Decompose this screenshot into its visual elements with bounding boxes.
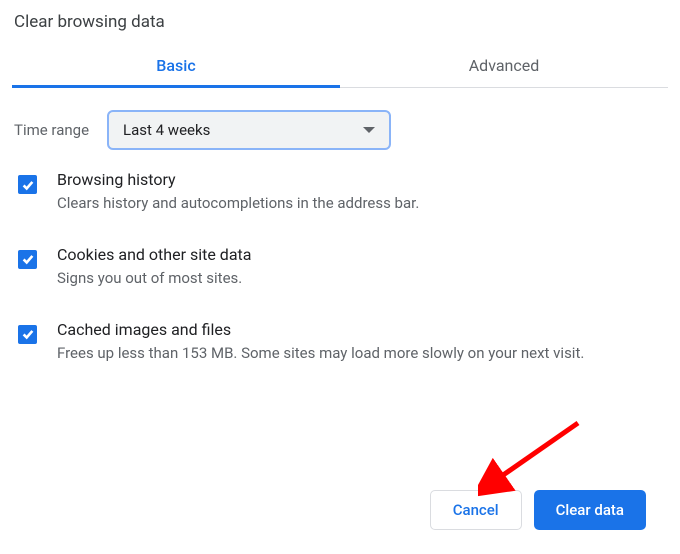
- checkbox-browsing-history[interactable]: [18, 175, 37, 194]
- clear-browsing-data-dialog: Clear browsing data Basic Advanced Time …: [0, 0, 680, 402]
- checkbox-cookies[interactable]: [18, 250, 37, 269]
- option-desc: Clears history and autocompletions in th…: [57, 193, 664, 215]
- tab-bar: Basic Advanced: [12, 46, 668, 88]
- option-cookies: Cookies and other site data Signs you ou…: [18, 245, 668, 290]
- option-title: Cached images and files: [57, 320, 664, 339]
- check-icon: [21, 178, 35, 192]
- option-desc: Signs you out of most sites.: [57, 268, 664, 290]
- checkbox-cached[interactable]: [18, 325, 37, 344]
- chevron-down-icon: [363, 127, 375, 133]
- tab-basic[interactable]: Basic: [12, 46, 340, 87]
- annotation-arrow-icon: [478, 418, 588, 498]
- cancel-button[interactable]: Cancel: [430, 490, 522, 530]
- option-browsing-history: Browsing history Clears history and auto…: [18, 170, 668, 215]
- dialog-footer: Cancel Clear data: [430, 490, 646, 530]
- option-cached: Cached images and files Frees up less th…: [18, 320, 668, 365]
- time-range-value: Last 4 weeks: [123, 121, 210, 139]
- option-desc: Frees up less than 153 MB. Some sites ma…: [57, 343, 664, 365]
- check-icon: [21, 327, 35, 341]
- clear-data-button[interactable]: Clear data: [534, 490, 646, 530]
- dialog-title: Clear browsing data: [14, 12, 668, 32]
- time-range-label: Time range: [14, 121, 89, 139]
- tab-advanced[interactable]: Advanced: [340, 46, 668, 87]
- option-text: Cached images and files Frees up less th…: [57, 320, 668, 365]
- check-icon: [21, 252, 35, 266]
- option-title: Browsing history: [57, 170, 664, 189]
- option-text: Browsing history Clears history and auto…: [57, 170, 668, 215]
- time-range-row: Time range Last 4 weeks: [14, 110, 668, 150]
- time-range-select[interactable]: Last 4 weeks: [107, 110, 391, 150]
- option-text: Cookies and other site data Signs you ou…: [57, 245, 668, 290]
- option-title: Cookies and other site data: [57, 245, 664, 264]
